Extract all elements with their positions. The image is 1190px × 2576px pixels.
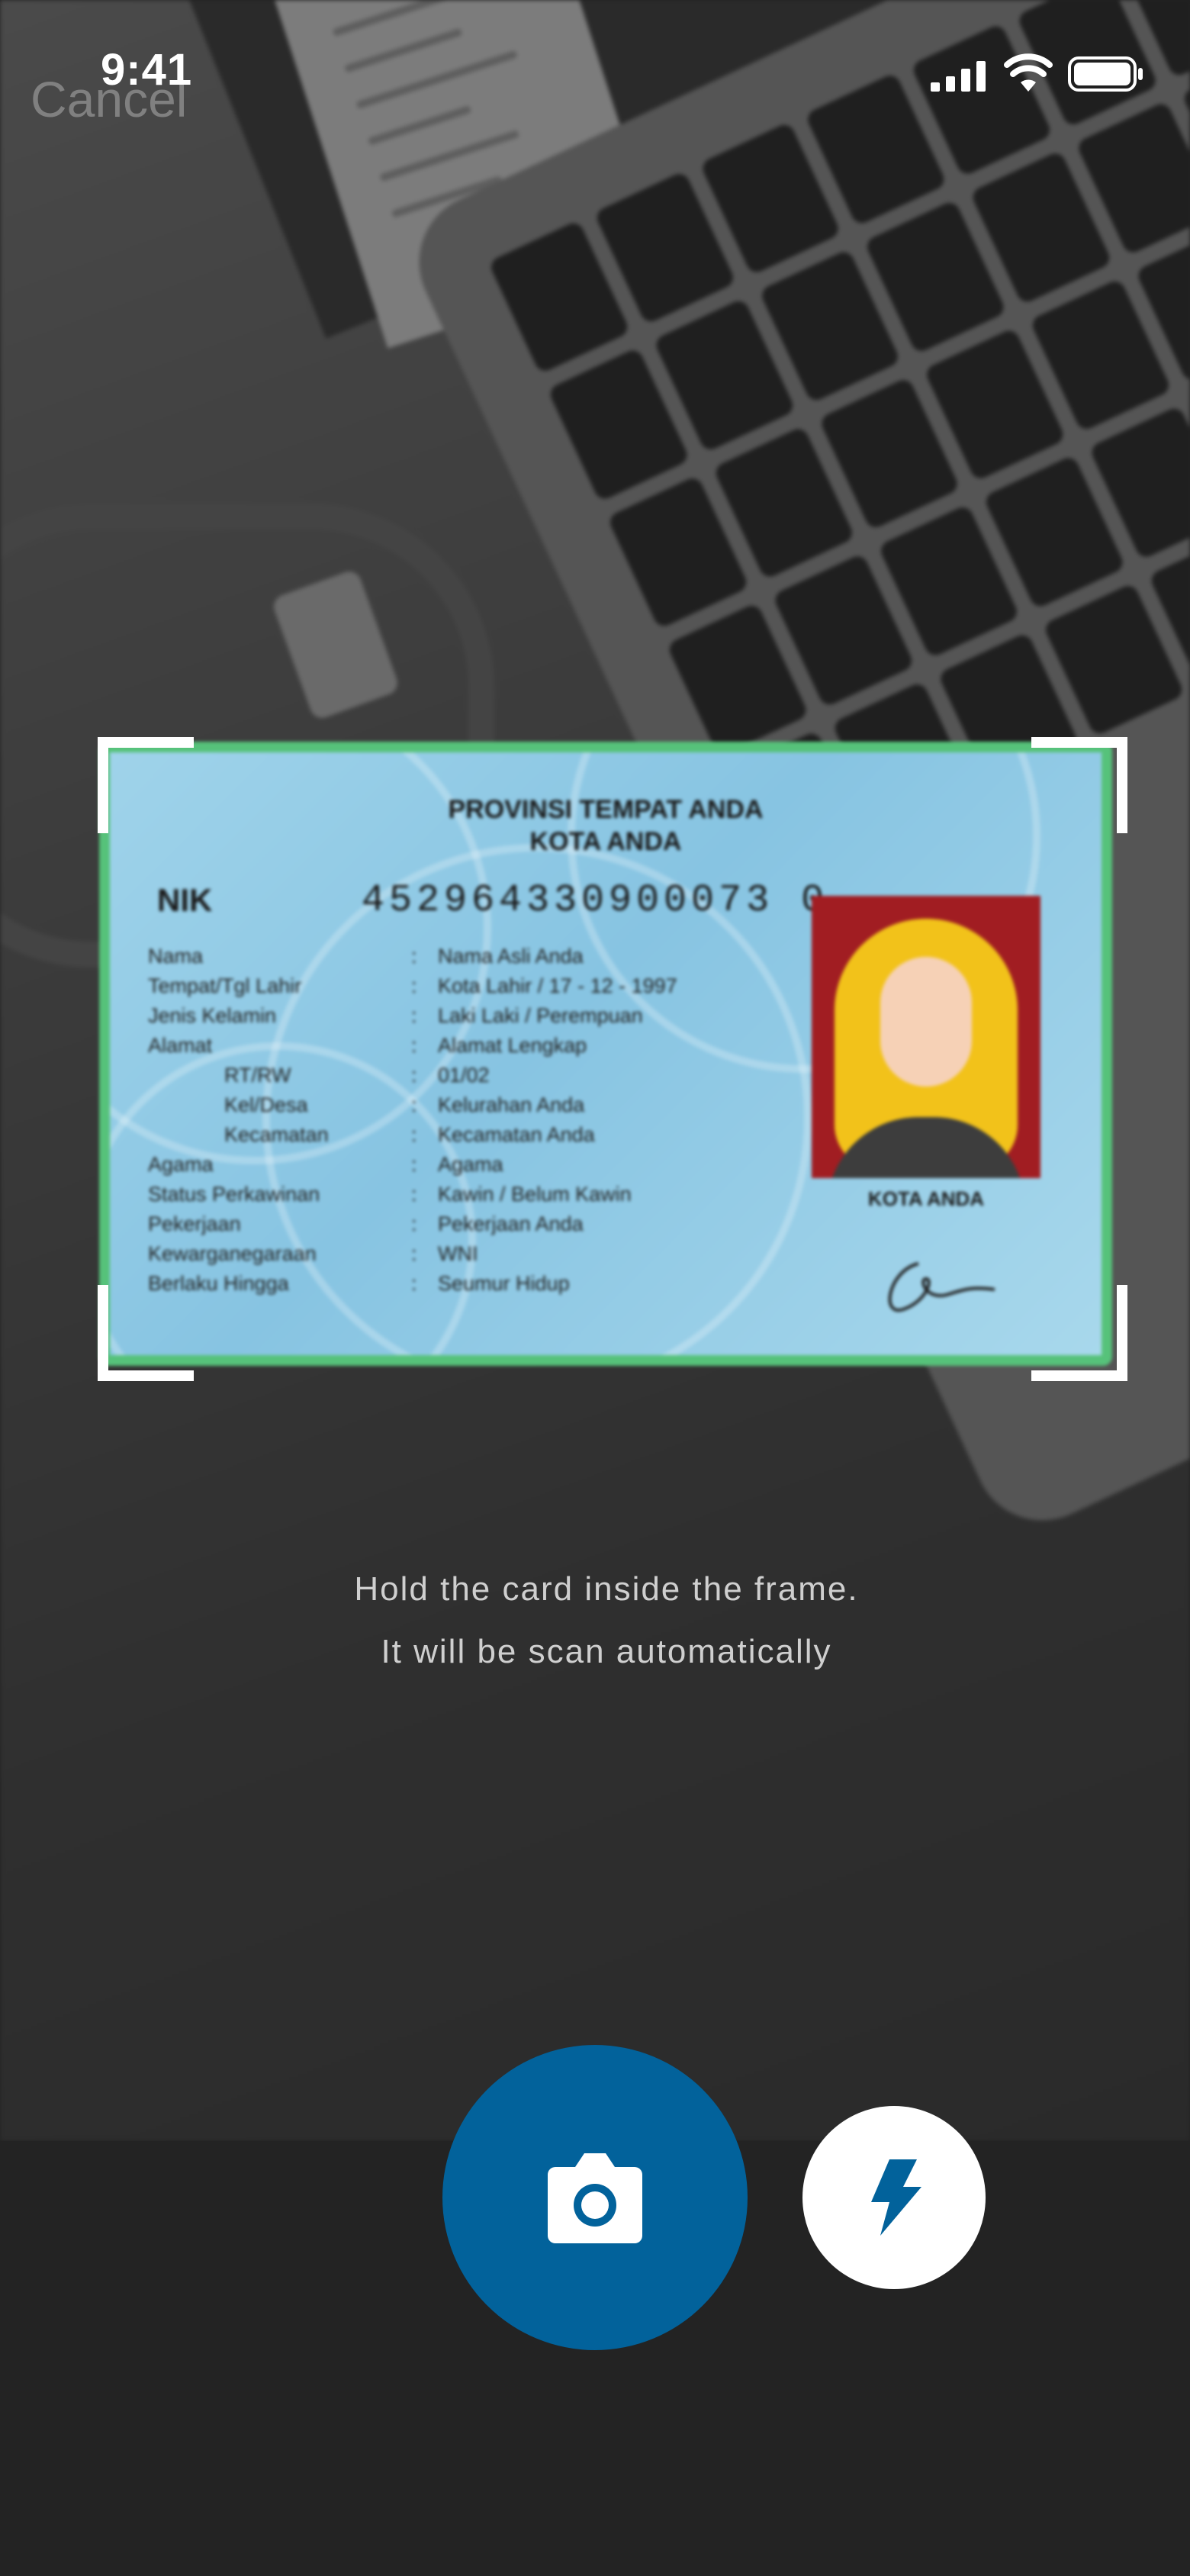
- id-scan-screen: Cancel 9:41 PROVINSI TEMPAT ANDA KOTA AN…: [0, 0, 1190, 2576]
- card-photo-city: KOTA ANDA: [867, 1187, 985, 1210]
- field-value: 01/02: [438, 1064, 490, 1087]
- field-value: Pekerjaan Anda: [438, 1212, 584, 1235]
- status-bar: Cancel 9:41: [0, 0, 1190, 145]
- scan-frame-corner-top-left: [98, 737, 194, 833]
- card-nik-value: 452964330900073 0: [362, 879, 829, 923]
- instruction-line-2: It will be scan automatically: [381, 1633, 832, 1670]
- card-nik-label: NIK: [157, 882, 213, 918]
- field-label: Alamat: [148, 1034, 213, 1057]
- field-value: Agama: [438, 1153, 503, 1176]
- field-label: Tempat/Tgl Lahir: [148, 974, 302, 997]
- field-value: Kawin / Belum Kawin: [438, 1183, 632, 1206]
- field-label: Kecamatan: [224, 1123, 329, 1146]
- signature-image: [888, 1262, 995, 1312]
- field-value: Alamat Lengkap: [438, 1034, 587, 1057]
- card-province: PROVINSI TEMPAT ANDA: [448, 795, 764, 824]
- flash-toggle-button[interactable]: [802, 2106, 986, 2289]
- card-city: KOTA ANDA: [529, 827, 682, 856]
- status-time: 9:41: [101, 45, 193, 95]
- capture-button[interactable]: [442, 2045, 748, 2350]
- instruction-line-1: Hold the card inside the frame.: [354, 1570, 859, 1608]
- field-label: RT/RW: [224, 1064, 291, 1087]
- flash-icon: [871, 2159, 921, 2236]
- field-label: Agama: [148, 1153, 214, 1176]
- scan-frame-corner-bottom-right: [1031, 1285, 1127, 1381]
- field-label: Pekerjaan: [148, 1212, 241, 1235]
- field-label: Status Perkawinan: [148, 1183, 320, 1206]
- field-value: Laki Laki / Perempuan: [438, 1004, 643, 1027]
- field-label: Kel/Desa: [224, 1093, 308, 1116]
- field-value: Kecamatan Anda: [438, 1123, 595, 1146]
- field-label: Nama: [148, 945, 204, 968]
- field-label: Jenis Kelamin: [148, 1004, 277, 1027]
- wifi-icon: [1004, 53, 1053, 92]
- battery-icon: [1068, 56, 1143, 92]
- scan-frame-corner-top-right: [1031, 737, 1127, 833]
- cellular-signal-icon: [931, 61, 986, 92]
- field-label: Kewarganegaraan: [148, 1242, 317, 1265]
- scan-frame-corner-bottom-left: [98, 1285, 194, 1381]
- card-photo: [812, 896, 1040, 1178]
- field-value: Kota Lahir / 17 - 12 - 1997: [438, 974, 677, 997]
- camera-icon: [548, 2153, 642, 2243]
- field-value: Kelurahan Anda: [438, 1093, 585, 1116]
- field-value: Nama Asli Anda: [438, 945, 584, 968]
- field-value: WNI: [438, 1242, 478, 1265]
- id-card-preview: PROVINSI TEMPAT ANDA KOTA ANDA NIK 45296…: [99, 742, 1112, 1366]
- field-value: Seumur Hidup: [438, 1272, 570, 1295]
